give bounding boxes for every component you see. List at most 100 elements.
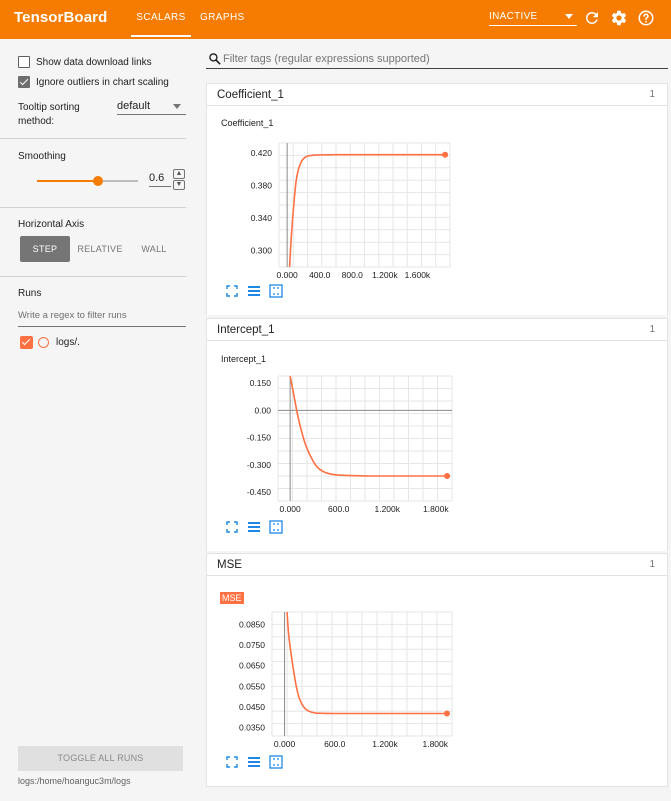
smoothing-slider-knob[interactable]: [92, 176, 103, 186]
line-chart[interactable]: 0.300 0.340 0.380 0.420 0.000 400.0 800.0 1.200…: [215, 115, 459, 285]
smoothing-slider-fill: [37, 180, 98, 182]
refresh-icon[interactable]: [583, 9, 601, 27]
x-tick-label: 0.000: [279, 504, 301, 514]
runs-filter-input[interactable]: Write a regex to filter runs: [18, 310, 186, 327]
top-app-bar: TensorBoard SCALARS GRAPHS INACTIVE: [0, 0, 671, 39]
run-checkbox[interactable]: [20, 336, 33, 349]
x-tick-label: 0.000: [277, 270, 299, 280]
x-tick-label: 0.000: [274, 739, 296, 749]
brand-title: TensorBoard: [14, 9, 108, 26]
toggle-log-scale-icon[interactable]: [247, 520, 261, 534]
x-tick-label: 1.600k: [405, 270, 431, 280]
y-tick-label: 0.420: [251, 148, 273, 158]
tooltip-sorting-value: default: [117, 100, 151, 112]
tag-filter[interactable]: Filter tags (regular expressions support…: [206, 49, 668, 69]
run-color-swatch-icon: [38, 337, 49, 348]
sidebar-divider: [0, 276, 186, 277]
category-count: 1: [649, 559, 655, 570]
y-tick-label: -0.450: [247, 487, 271, 497]
y-tick-label: 0.300: [251, 246, 273, 256]
smoothing-increment-icon[interactable]: ▲: [173, 169, 185, 179]
x-tick-label: 800.0: [342, 270, 364, 280]
run-label: logs/.: [56, 337, 80, 348]
series-end-point: [442, 151, 449, 158]
show-download-links-checkbox[interactable]: [18, 56, 30, 68]
expand-chart-icon[interactable]: [225, 755, 239, 769]
line-chart[interactable]: 0.150 0.00 -0.150 -0.300 -0.450 0.000 600.0 1.2…: [215, 351, 459, 523]
inactive-select-value: INACTIVE: [489, 11, 538, 22]
toggle-all-runs-button[interactable]: TOGGLE ALL RUNS: [18, 746, 183, 771]
fit-domain-icon[interactable]: [269, 755, 283, 769]
line-chart[interactable]: 0.0850 0.0750 0.0650 0.0550 0.0450 0.0350 0.00…: [215, 592, 459, 757]
tooltip-sorting-method-label: method:: [18, 116, 55, 127]
tooltip-sorting-label: Tooltip sorting: [18, 102, 80, 113]
category-header-coefficient[interactable]: Coefficient_1 1: [206, 83, 668, 106]
x-tick-label: 1.200k: [372, 270, 398, 280]
inactive-dashboard-select[interactable]: INACTIVE: [489, 11, 577, 26]
toggle-log-scale-icon[interactable]: [247, 284, 261, 298]
y-tick-label: -0.150: [247, 433, 271, 443]
x-tick-label: 1.800k: [422, 739, 448, 749]
show-download-links-label: Show data download links: [36, 57, 152, 68]
x-tick-label: 1.800k: [423, 504, 449, 514]
x-tick-label: 400.0: [309, 270, 331, 280]
ignore-outliers-checkbox[interactable]: [18, 76, 30, 88]
axis-step-button[interactable]: STEP: [20, 236, 70, 262]
chart-card: Intercept_1 0.150 0.00 -0.150 -0.300 -0.450 0…: [215, 351, 459, 541]
x-tick-label: 1.200k: [374, 504, 400, 514]
sidebar-divider: [0, 138, 186, 139]
category-name: MSE: [217, 559, 242, 571]
series-end-point: [444, 473, 451, 479]
y-tick-label: 0.380: [251, 180, 273, 190]
dropdown-caret-icon: [565, 14, 573, 19]
toggle-log-scale-icon[interactable]: [247, 755, 261, 769]
fit-domain-icon[interactable]: [269, 520, 283, 534]
smoothing-slider[interactable]: [37, 176, 138, 186]
chart-grid: [271, 611, 453, 737]
settings-gear-icon[interactable]: [610, 9, 628, 27]
category-header-intercept[interactable]: Intercept_1 1: [206, 318, 668, 341]
logdir-path: logs:/home/hoanguc3m/logs: [18, 776, 131, 786]
x-tick-label: 1.200k: [372, 739, 398, 749]
y-tick-label: 0.0550: [239, 681, 265, 691]
expand-chart-icon[interactable]: [225, 520, 239, 534]
ignore-outliers-label: Ignore outliers in chart scaling: [36, 77, 169, 88]
y-tick-label: 0.150: [250, 378, 272, 388]
category-count: 1: [649, 89, 655, 100]
tab-graphs[interactable]: GRAPHS: [200, 12, 245, 23]
runs-filter-placeholder: Write a regex to filter runs: [18, 310, 127, 321]
y-tick-label: 0.0850: [239, 619, 265, 629]
category-count: 1: [649, 324, 655, 335]
horizontal-axis-label: Horizontal Axis: [18, 219, 85, 230]
y-tick-label: 0.0450: [239, 702, 265, 712]
smoothing-value: 0.6: [149, 172, 165, 184]
y-tick-label: 0.0350: [239, 723, 265, 733]
smoothing-value-input[interactable]: 0.6: [149, 172, 171, 187]
x-tick-label: 600.0: [324, 739, 346, 749]
runs-label: Runs: [18, 288, 42, 299]
y-tick-label: -0.300: [247, 460, 271, 470]
series-end-point: [443, 710, 450, 717]
x-tick-label: 600.0: [328, 504, 350, 514]
sidebar-divider: [0, 207, 186, 208]
axis-relative-button[interactable]: RELATIVE: [75, 236, 125, 262]
dropdown-caret-icon: [173, 104, 181, 109]
smoothing-decrement-icon[interactable]: ▼: [173, 180, 185, 190]
help-icon[interactable]: [637, 9, 655, 27]
fit-domain-icon[interactable]: [269, 284, 283, 298]
y-tick-label: 0.0650: [239, 661, 265, 671]
category-header-mse[interactable]: MSE 1: [206, 553, 668, 576]
y-tick-label: 0.00: [254, 405, 271, 415]
category-name: Intercept_1: [217, 324, 275, 336]
tooltip-sorting-select[interactable]: default: [117, 100, 186, 115]
y-tick-label: 0.340: [251, 213, 273, 223]
chart-grid: [278, 142, 451, 268]
expand-chart-icon[interactable]: [225, 284, 239, 298]
series-line: [286, 611, 447, 715]
chart-card: MSE 0.0850 0.0750 0.0650 0.0550 0.0450 0.0350…: [215, 592, 459, 782]
axis-wall-button[interactable]: WALL: [130, 236, 178, 262]
smoothing-label: Smoothing: [18, 151, 66, 162]
chart-card: Coefficient_1 0.300 0.340 0.380 0.420 0.000 4…: [215, 115, 459, 305]
tag-filter-input[interactable]: Filter tags (regular expressions support…: [223, 53, 430, 65]
tab-scalars[interactable]: SCALARS: [131, 12, 191, 37]
